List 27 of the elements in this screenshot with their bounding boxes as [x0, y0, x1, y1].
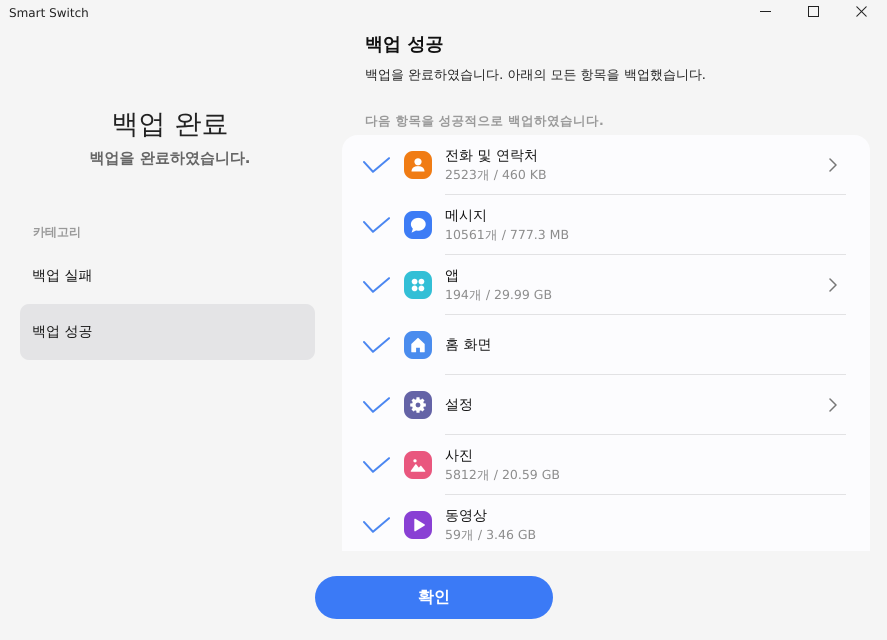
item-name: 사진: [445, 446, 473, 466]
summary-subtitle: 백업을 완료하였습니다.: [90, 148, 250, 168]
close-icon: [856, 6, 866, 16]
summary-title: 백업 완료: [112, 108, 228, 142]
item-name: 설정: [445, 396, 473, 414]
item-name: 동영상: [445, 506, 487, 526]
item-name: 메시지: [445, 206, 487, 226]
item-name: 홈 화면: [445, 336, 492, 354]
chevron-right-icon[interactable]: [829, 398, 837, 412]
sidebar-item[interactable]: 백업 성공: [20, 304, 315, 360]
item-detail: 194개 / 29.99 GB: [445, 286, 552, 304]
item-name: 앱: [445, 266, 459, 286]
item-detail: 59개 / 3.46 GB: [445, 526, 536, 544]
item-detail: 10561개 / 777.3 MB: [445, 226, 570, 244]
chevron-right-icon[interactable]: [829, 158, 837, 172]
chevron-right-icon[interactable]: [829, 278, 837, 292]
sidebar-item[interactable]: 백업 실패: [20, 248, 315, 304]
item-detail: 5812개 / 20.59 GB: [445, 466, 560, 484]
item-detail: 2523개 / 460 KB: [445, 166, 547, 184]
list-heading: 다음 항목을 성공적으로 백업하였습니다.: [365, 113, 604, 129]
item-name: 전화 및 연락처: [445, 146, 538, 166]
maximize-icon: [808, 6, 818, 16]
window-title: Smart Switch: [8, 6, 90, 20]
section-title: 백업 성공: [365, 33, 444, 57]
section-description: 백업을 완료하였습니다. 아래의 모든 항목을 백업했습니다.: [365, 67, 706, 85]
category-heading: 카테고리: [33, 224, 81, 240]
confirm-button[interactable]: 확인: [315, 576, 553, 619]
